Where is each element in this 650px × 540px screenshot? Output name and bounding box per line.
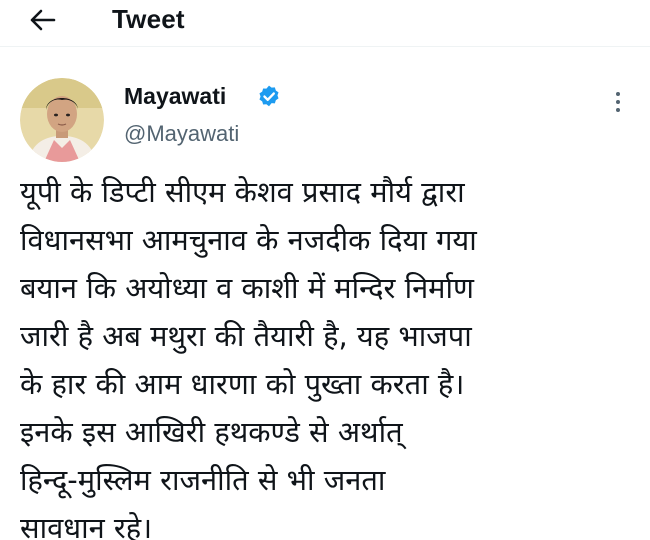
tweet-line: हिन्दू-मुस्लिम राजनीति से भी जनता bbox=[20, 463, 386, 497]
tweet-line: यूपी के डिप्टी सीएम केशव प्रसाद मौर्य द्… bbox=[20, 175, 465, 209]
author-name[interactable]: Mayawati bbox=[124, 82, 226, 110]
tweet-line: के हार की आम धारणा को पुख्ता करता है। bbox=[20, 367, 465, 401]
arrow-left-icon bbox=[30, 9, 56, 31]
top-bar: Tweet bbox=[0, 0, 650, 47]
tweet-line: सावधान रहे। bbox=[20, 511, 153, 540]
verified-badge-icon bbox=[259, 85, 279, 107]
back-button[interactable] bbox=[22, 2, 62, 38]
profile-photo bbox=[20, 78, 104, 162]
avatar[interactable] bbox=[20, 78, 104, 162]
tweet-line: बयान कि अयोध्या व काशी में मन्दिर निर्मा… bbox=[20, 271, 474, 305]
more-options-button[interactable] bbox=[604, 88, 632, 116]
author-handle[interactable]: @Mayawati bbox=[124, 120, 239, 148]
more-vertical-icon bbox=[616, 92, 620, 112]
tweet-line: जारी है अब मथुरा की तैयारी है, यह भाजपा bbox=[20, 319, 472, 353]
page-title: Tweet bbox=[112, 4, 185, 34]
tweet-text: यूपी के डिप्टी सीएम केशव प्रसाद मौर्य द्… bbox=[20, 168, 644, 540]
tweet-line: विधानसभा आमचुनाव के नजदीक दिया गया bbox=[20, 223, 477, 257]
tweet-line: इनके इस आखिरी हथकण्डे से अर्थात् bbox=[20, 415, 403, 449]
